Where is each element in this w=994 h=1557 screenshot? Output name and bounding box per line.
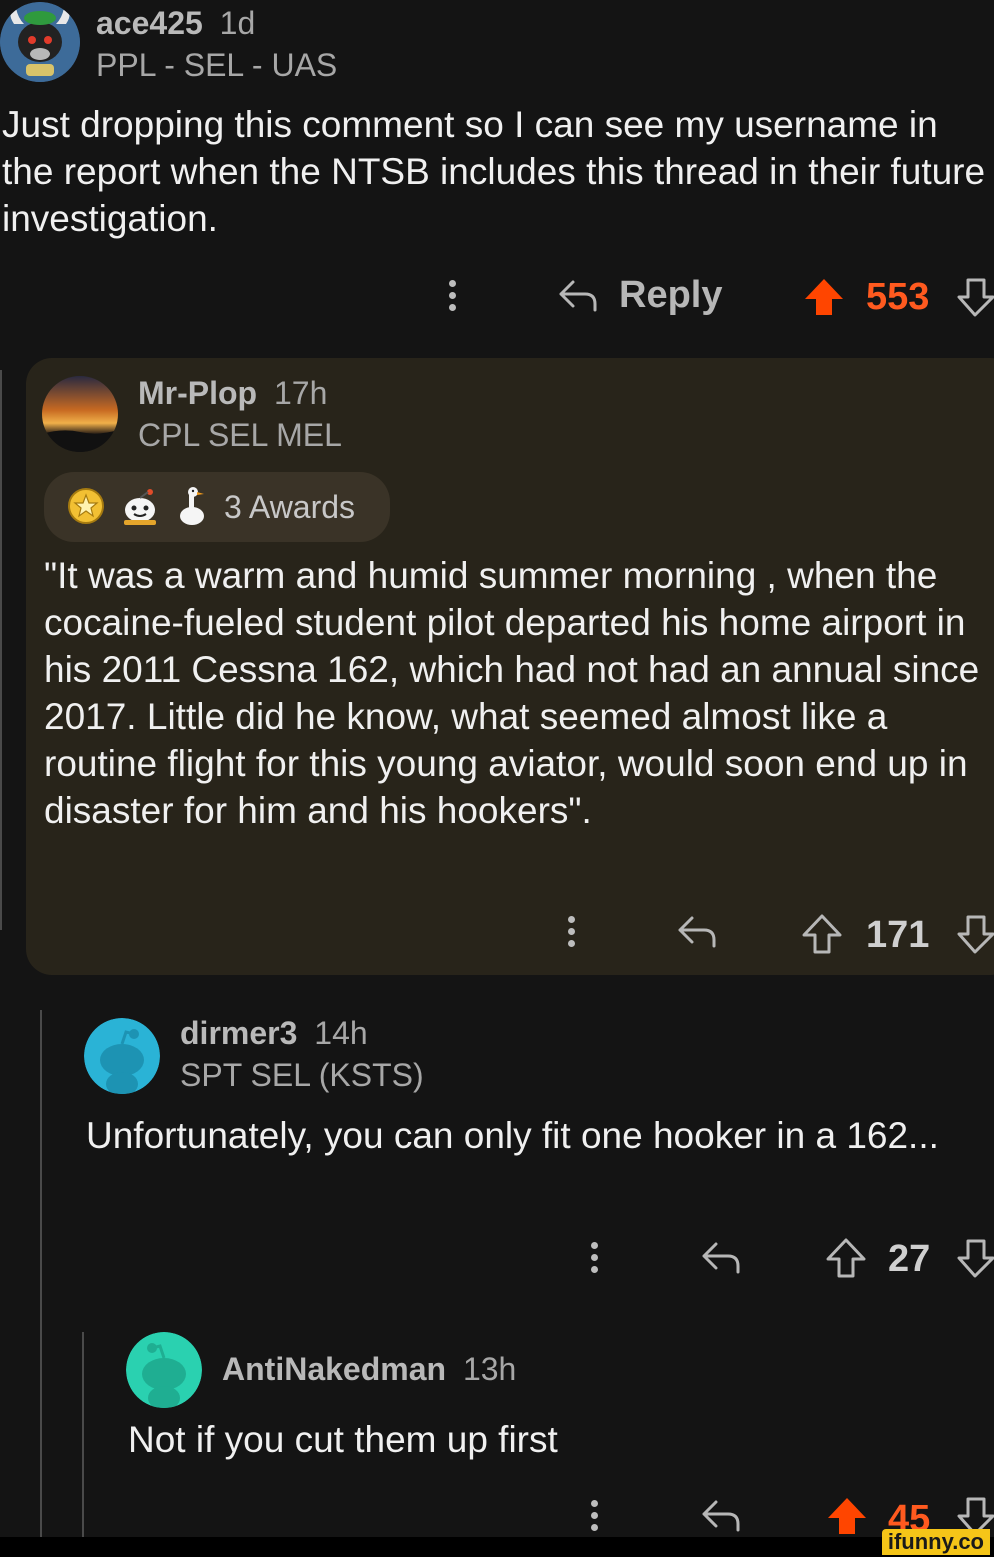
wholesome-snoo-award-icon xyxy=(124,489,156,525)
user-flair: SPT SEL (KSTS) xyxy=(180,1057,424,1093)
upvote-icon[interactable] xyxy=(803,277,845,317)
upvote-icon[interactable] xyxy=(802,914,842,954)
gold-star-award-icon xyxy=(68,488,104,524)
comment-body: "It was a warm and humid summer morning … xyxy=(44,555,980,831)
thread-line[interactable] xyxy=(0,370,2,930)
vote-score: 553 xyxy=(866,276,930,318)
more-options-icon[interactable] xyxy=(584,1242,604,1273)
username[interactable]: dirmer3 xyxy=(180,1015,297,1051)
comment-body: Not if you cut them up first xyxy=(128,1419,558,1460)
downvote-icon[interactable] xyxy=(957,1238,994,1278)
upvote-icon[interactable] xyxy=(826,1238,866,1278)
more-options-icon[interactable] xyxy=(584,1500,604,1531)
user-flair: PPL - SEL - UAS xyxy=(96,47,338,83)
comment-age: 13h xyxy=(462,1351,517,1387)
thread-line[interactable] xyxy=(82,1332,84,1537)
bottom-strip xyxy=(0,1537,994,1557)
reply-label: Reply xyxy=(619,274,723,316)
awards-label: 3 Awards xyxy=(224,489,356,525)
downvote-icon[interactable] xyxy=(957,914,994,954)
comment-age: 14h xyxy=(314,1015,368,1051)
upvote-icon[interactable] xyxy=(826,1496,868,1536)
avatar[interactable] xyxy=(84,1018,160,1094)
bull-mascot-avatar-icon xyxy=(0,2,80,82)
reply-arrow-icon[interactable] xyxy=(676,914,718,950)
more-options-icon[interactable] xyxy=(561,916,581,947)
more-options-icon[interactable] xyxy=(442,280,462,311)
snoo-avatar-icon xyxy=(126,1332,202,1408)
thread-line[interactable] xyxy=(40,1010,42,1537)
downvote-icon[interactable] xyxy=(957,277,994,317)
username[interactable]: ace425 xyxy=(96,5,203,41)
username[interactable]: AntiNakedman xyxy=(222,1351,446,1387)
comment-age: 1d xyxy=(219,5,256,41)
reply-arrow-icon[interactable] xyxy=(700,1498,742,1534)
username[interactable]: Mr-Plop xyxy=(138,375,257,411)
reply-arrow-icon[interactable] xyxy=(700,1240,742,1276)
comment-age: 17h xyxy=(273,375,328,411)
awards-pill[interactable]: 3 Awards xyxy=(44,472,390,542)
reply-arrow-icon xyxy=(559,280,597,311)
user-flair: CPL SEL MEL xyxy=(138,417,342,453)
reply-button[interactable]: Reply xyxy=(557,274,722,317)
avatar[interactable] xyxy=(42,376,118,452)
goose-award-icon xyxy=(180,487,204,525)
sunset-avatar-icon xyxy=(42,376,118,452)
snoo-avatar-icon xyxy=(84,1018,160,1094)
avatar[interactable] xyxy=(0,2,80,82)
watermark: ifunny.co xyxy=(881,1529,990,1555)
avatar[interactable] xyxy=(126,1332,202,1408)
comment-mr-plop: Mr-Plop 17h CPL SEL MEL 3 Awards "It was… xyxy=(26,358,994,975)
vote-score: 171 xyxy=(866,914,930,956)
comment-body: Unfortunately, you can only fit one hook… xyxy=(86,1115,939,1156)
watermark-text: ifunny.co xyxy=(887,1529,984,1554)
comment-body: Just dropping this comment so I can see … xyxy=(2,104,986,239)
vote-score: 27 xyxy=(888,1238,931,1280)
